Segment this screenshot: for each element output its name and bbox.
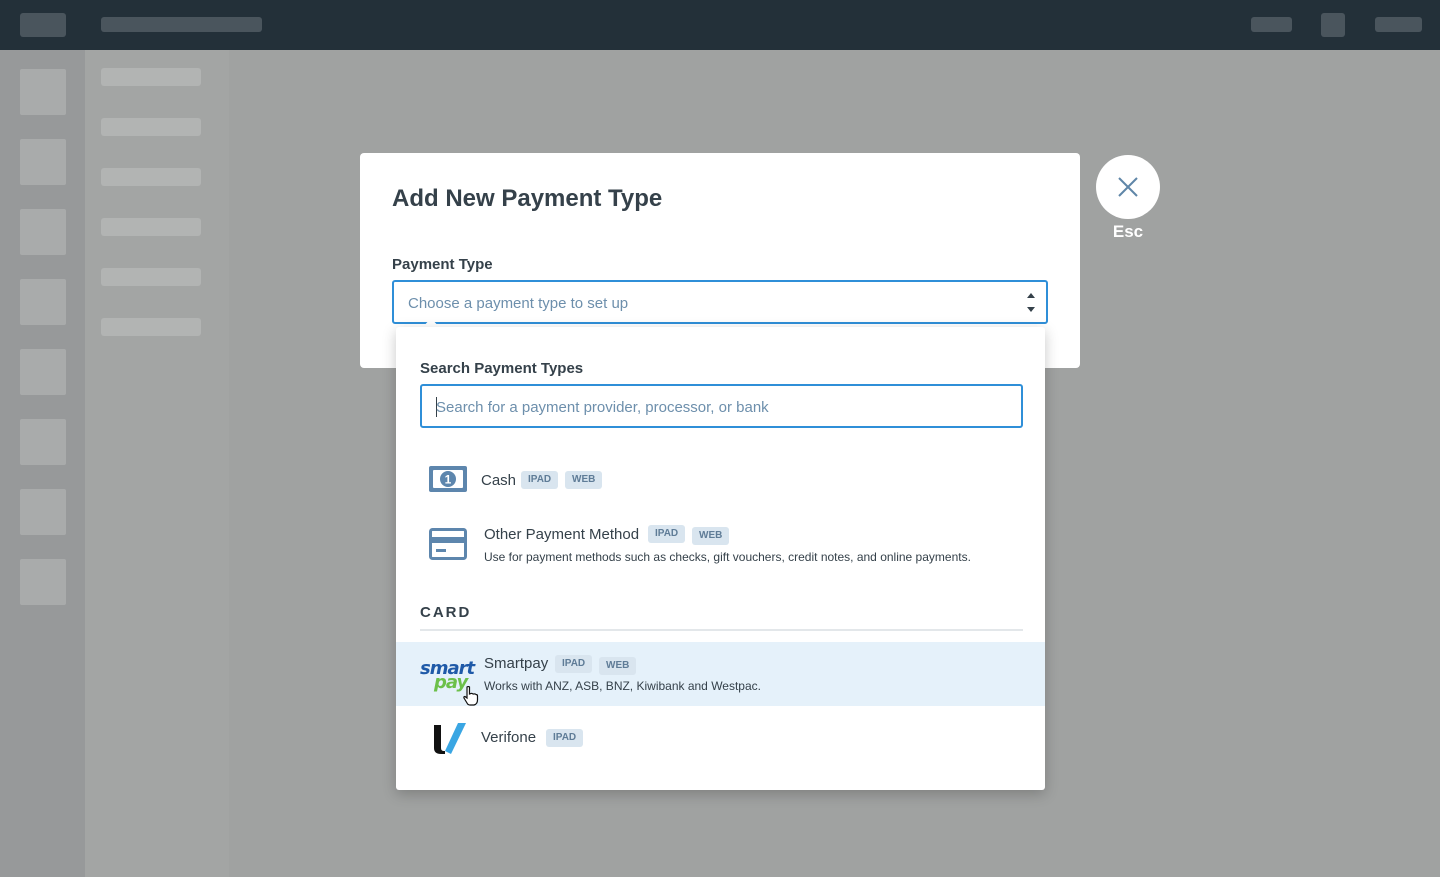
option-name: Cash — [481, 472, 517, 489]
category-label-card: CARD — [420, 604, 472, 621]
payment-type-select[interactable]: Choose a payment type to set up — [392, 280, 1048, 324]
tag-ipad: IPAD — [546, 729, 584, 747]
select-placeholder: Choose a payment type to set up — [408, 295, 629, 312]
select-arrows-icon — [1026, 291, 1036, 313]
option-name: Smartpay — [484, 655, 549, 672]
subnav-item-placeholder — [101, 68, 201, 86]
subnav-item-placeholder — [101, 168, 201, 186]
subnav-item-placeholder — [101, 318, 201, 336]
search-label: Search Payment Types — [420, 360, 584, 377]
svg-text:1: 1 — [445, 473, 452, 487]
option-other-payment-method[interactable]: Other Payment Method IPAD WEB Use for pa… — [396, 513, 1045, 577]
option-description: Use for payment methods such as checks, … — [484, 550, 971, 564]
verifone-logo — [434, 723, 466, 754]
option-cash[interactable]: 1 Cash IPAD WEB — [396, 455, 1045, 505]
rail-item-placeholder — [20, 559, 66, 605]
rail-item-placeholder — [20, 419, 66, 465]
category-divider — [420, 629, 1023, 631]
credit-card-icon — [429, 528, 467, 560]
top-navigation-bar — [0, 0, 1440, 50]
topbar-user-placeholder — [1375, 17, 1422, 32]
option-name: Other Payment Method — [484, 526, 640, 543]
option-smartpay[interactable]: smart pay Smartpay IPAD WEB Works with A… — [396, 642, 1045, 706]
tag-ipad: IPAD — [648, 525, 686, 543]
modal-title: Add New Payment Type — [392, 185, 663, 212]
tag-ipad: IPAD — [521, 471, 559, 489]
tag-web: WEB — [692, 527, 730, 545]
topbar-icon-placeholder — [1321, 13, 1345, 37]
subnav-item-placeholder — [101, 268, 201, 286]
search-input[interactable]: Search for a payment provider, processor… — [420, 384, 1023, 428]
rail-item-placeholder — [20, 279, 66, 325]
rail-item-placeholder — [20, 139, 66, 185]
left-rail — [0, 50, 85, 877]
tag-ipad: IPAD — [555, 655, 593, 673]
close-button[interactable] — [1096, 155, 1160, 219]
rail-item-placeholder — [20, 209, 66, 255]
topbar-item-placeholder — [1251, 17, 1292, 32]
rail-item-placeholder — [20, 349, 66, 395]
close-icon — [1118, 177, 1138, 197]
option-verifone[interactable]: Verifone IPAD — [396, 709, 1045, 767]
search-placeholder: Search for a payment provider, processor… — [436, 399, 769, 416]
option-name: Verifone — [481, 729, 537, 746]
subnav-item-placeholder — [101, 118, 201, 136]
page-title-placeholder — [101, 17, 262, 32]
payment-type-dropdown: Search Payment Types Search for a paymen… — [396, 327, 1045, 790]
esc-label: Esc — [1112, 222, 1144, 241]
payment-type-label: Payment Type — [392, 256, 493, 273]
tag-web: WEB — [565, 471, 603, 489]
cash-icon: 1 — [429, 466, 467, 492]
rail-item-placeholder — [20, 69, 66, 115]
rail-item-placeholder — [20, 489, 66, 535]
option-description: Works with ANZ, ASB, BNZ, Kiwibank and W… — [484, 679, 761, 693]
app-logo-placeholder — [20, 13, 66, 37]
tag-web: WEB — [599, 657, 637, 675]
hand-pointer-icon — [463, 686, 479, 706]
sub-navigation — [85, 50, 229, 877]
subnav-item-placeholder — [101, 218, 201, 236]
